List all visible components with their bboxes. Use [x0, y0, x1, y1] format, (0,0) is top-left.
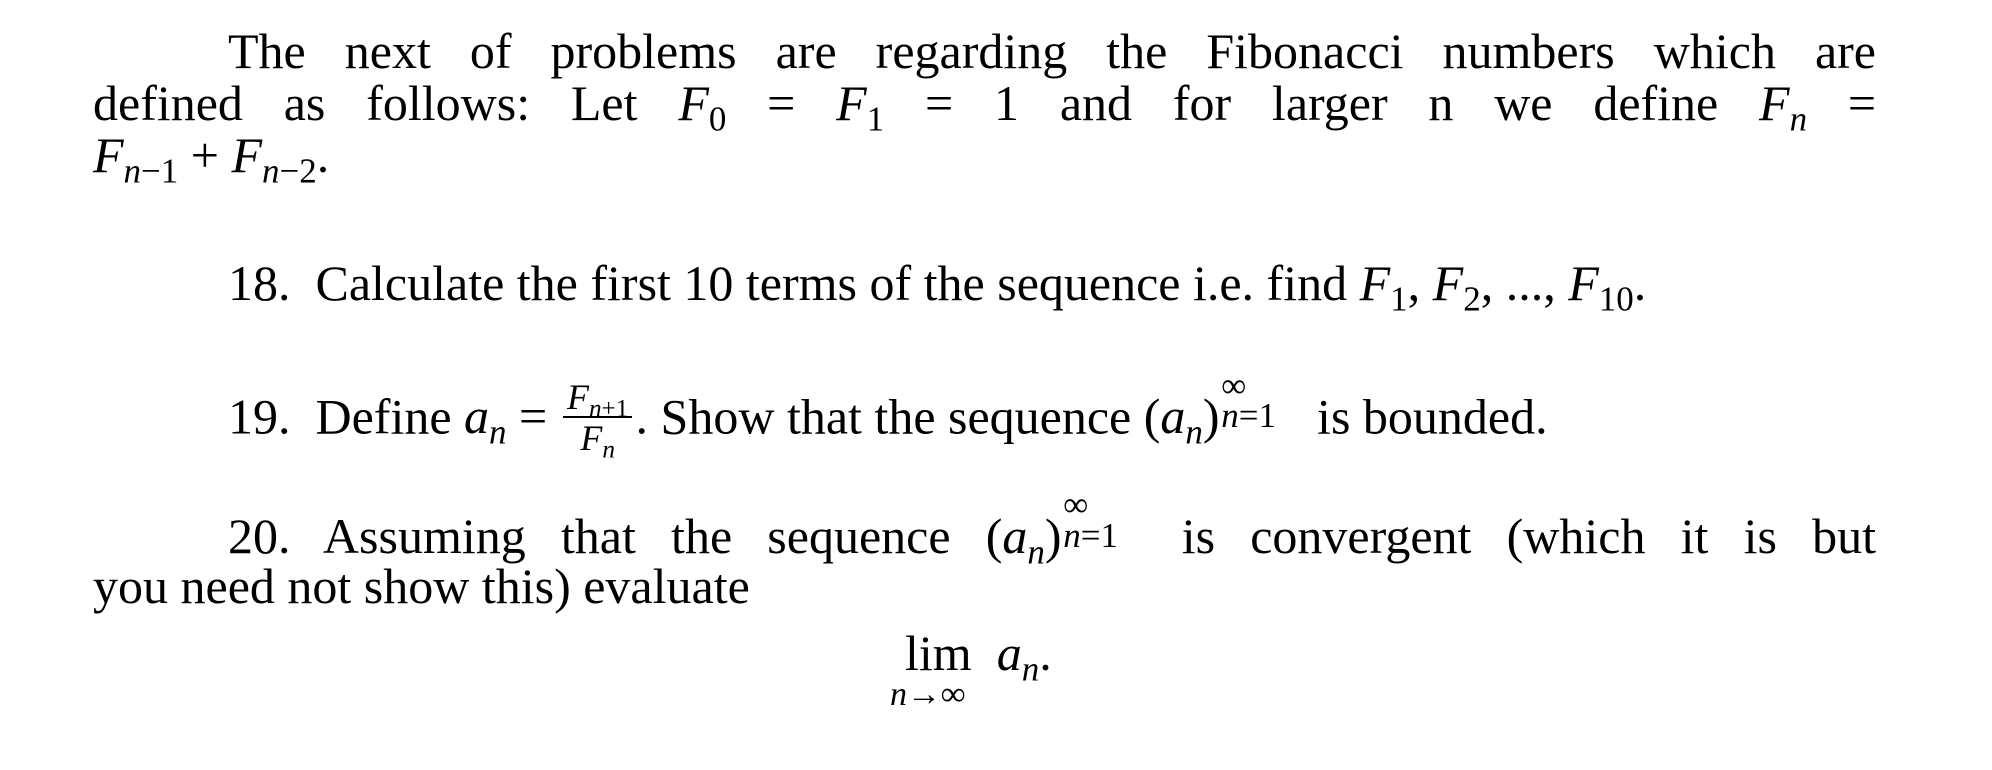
limit-subscript: n→∞ — [890, 676, 966, 713]
problem-text: Assuming that the sequence — [322, 508, 951, 564]
period: . — [316, 127, 330, 183]
intro-line-2: defined as follows: Let F0 = F1 = 1 and … — [93, 75, 1877, 139]
intro-line-3: Fn−1 + Fn−2. — [93, 127, 1876, 191]
problem-text: . Show that the sequence — [635, 388, 1132, 445]
problem-19: 19. Define an = Fn+1 Fn . Show that the … — [228, 365, 1876, 463]
word: defined — [93, 75, 243, 131]
problem-text: is convergent (which it is but — [1181, 508, 1876, 564]
problem-text: Calculate the first 10 terms of the sequ… — [315, 255, 1348, 311]
lim-text: lim — [905, 625, 972, 681]
problem-18: 18. Calculate the first 10 terms of the … — [228, 255, 1876, 319]
math-sequence: (an) ∞ n=1 — [1143, 365, 1277, 452]
word: define — [1593, 75, 1719, 131]
math-equals: = — [1847, 75, 1877, 131]
intro-line-1: The next of problems are regarding the F… — [228, 26, 1876, 76]
limit-expression: an. — [996, 625, 1052, 689]
math-sequence: (an) ∞ n=1 — [985, 485, 1119, 572]
word: follows: — [366, 75, 531, 131]
fraction-denominator: Fn — [580, 418, 615, 464]
display-limit: lim n→∞ an. — [890, 625, 1052, 712]
problem-20-line-2: you need not show this) evaluate — [93, 561, 1876, 611]
math-equals: = — [767, 75, 796, 131]
word: we — [1494, 75, 1553, 131]
word: larger — [1271, 75, 1388, 131]
problem-number: 20. — [228, 508, 291, 564]
math-an-def: an = Fn+1 Fn — [464, 379, 635, 463]
math-fn: Fn — [1759, 75, 1808, 139]
fraction: Fn+1 Fn — [563, 379, 632, 464]
problem-text: is bounded. — [1317, 388, 1548, 445]
math-f1: F1 — [836, 75, 885, 139]
limit-operator: lim n→∞ — [890, 625, 972, 712]
word: and — [1059, 75, 1133, 131]
problem-text: you need not show this) evaluate — [93, 558, 750, 614]
problem-20-line-1: 20. Assuming that the sequence (an) ∞ n=1 … — [228, 485, 1876, 572]
problem-text: Define — [315, 388, 452, 445]
problem-number: 18. — [228, 255, 291, 311]
word: Let — [570, 75, 638, 131]
word: n — [1428, 75, 1454, 131]
word: for — [1172, 75, 1232, 131]
fraction-numerator: Fn+1 — [563, 379, 632, 421]
math-f0: F0 — [678, 75, 727, 139]
intro-text-1: The next of problems are regarding the F… — [228, 23, 1876, 79]
problem-number: 19. — [228, 388, 291, 445]
math-one: 1 — [994, 75, 1020, 131]
math-equals: = — [925, 75, 954, 131]
word: as — [283, 75, 326, 131]
math-recurrence: Fn−1 + Fn−2 — [93, 127, 317, 191]
math-terms: F1, F2, ..., F10. — [1359, 255, 1647, 319]
